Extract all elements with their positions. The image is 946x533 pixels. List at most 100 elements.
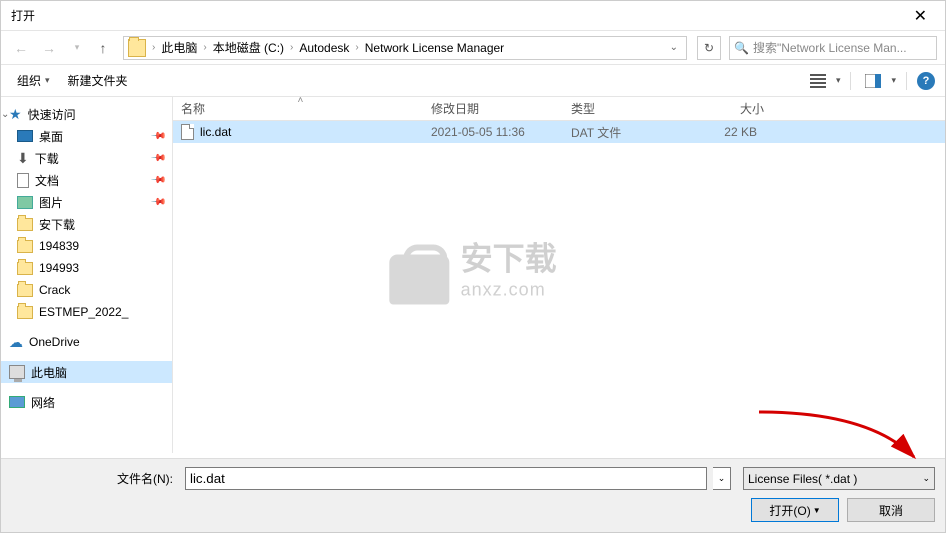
sidebar-item-folder[interactable]: 安下载 xyxy=(1,213,172,235)
filename-input[interactable] xyxy=(185,467,707,490)
chevron-right-icon[interactable]: › xyxy=(290,42,293,53)
up-icon[interactable]: ↑ xyxy=(93,36,113,60)
column-label: 名称 xyxy=(181,100,205,117)
sidebar-item-folder[interactable]: 194993 xyxy=(1,257,172,279)
chevron-down-icon[interactable]: ⌄ xyxy=(713,467,731,490)
footer: 文件名(N): ⌄ License Files( *.dat ) ⌄ 打开(O)… xyxy=(1,458,945,532)
document-icon xyxy=(17,173,29,188)
chevron-down-icon[interactable]: ▾ xyxy=(891,75,896,86)
new-folder-button[interactable]: 新建文件夹 xyxy=(62,68,134,93)
close-icon[interactable]: ✕ xyxy=(906,6,935,26)
main-area: ⌄ ★ 快速访问 桌面 📌 ⬇ 下载 📌 文档 📌 图片 📌 安下载 xyxy=(1,97,945,453)
chevron-down-icon: ⌄ xyxy=(922,473,930,484)
refresh-icon[interactable]: ↻ xyxy=(697,36,721,60)
cancel-button[interactable]: 取消 xyxy=(847,498,935,522)
sidebar-item-label: 下载 xyxy=(35,150,168,167)
sidebar-item-label: 194839 xyxy=(39,239,168,253)
file-list: 名称 ˄ 修改日期 类型 大小 lic.dat 2021-05-05 11:36… xyxy=(173,97,945,453)
pictures-icon xyxy=(17,196,33,209)
chevron-down-icon[interactable]: ⌄ xyxy=(664,42,684,53)
file-date-cell: 2021-05-05 11:36 xyxy=(423,123,563,141)
recent-dropdown-icon[interactable]: ▾ xyxy=(65,36,89,60)
view-options-icon[interactable] xyxy=(806,70,830,92)
folder-icon xyxy=(128,39,146,57)
sidebar-item-folder[interactable]: Crack xyxy=(1,279,172,301)
sidebar-pictures[interactable]: 图片 📌 xyxy=(1,191,172,213)
chevron-down-icon: ▾ xyxy=(45,75,50,86)
sort-indicator-icon: ˄ xyxy=(298,95,304,106)
file-name-cell: lic.dat xyxy=(173,122,423,142)
sidebar-item-label: OneDrive xyxy=(29,335,168,349)
toolbar: 组织 ▾ 新建文件夹 ▾ ▾ ? xyxy=(1,65,945,97)
pc-icon xyxy=(9,365,25,379)
file-icon xyxy=(181,124,194,140)
breadcrumb-item[interactable]: Autodesk xyxy=(297,39,351,57)
breadcrumb-item[interactable]: 本地磁盘 (C:) xyxy=(211,37,286,58)
search-input[interactable]: 🔍 搜索"Network License Man... xyxy=(729,36,937,60)
chevron-down-icon[interactable]: ▾ xyxy=(836,75,841,86)
folder-icon xyxy=(17,218,33,231)
filter-label: License Files( *.dat ) xyxy=(748,472,857,486)
file-size-cell: 22 KB xyxy=(673,123,773,141)
sidebar-item-label: 图片 xyxy=(39,194,168,211)
title-bar: 打开 ✕ xyxy=(1,1,945,31)
sidebar-onedrive[interactable]: ☁ OneDrive xyxy=(1,331,172,353)
sidebar-quick-access[interactable]: ⌄ ★ 快速访问 xyxy=(1,103,172,125)
network-icon xyxy=(9,396,25,408)
sidebar-item-label: 快速访问 xyxy=(28,106,168,123)
open-button[interactable]: 打开(O) ▼ xyxy=(751,498,839,522)
sidebar-item-label: 安下载 xyxy=(39,216,168,233)
help-icon[interactable]: ? xyxy=(917,72,935,90)
forward-icon: → xyxy=(37,36,61,60)
organize-button[interactable]: 组织 ▾ xyxy=(11,68,56,93)
sidebar-item-label: 桌面 xyxy=(39,128,168,145)
sidebar: ⌄ ★ 快速访问 桌面 📌 ⬇ 下载 📌 文档 📌 图片 📌 安下载 xyxy=(1,97,173,453)
sidebar-documents[interactable]: 文档 📌 xyxy=(1,169,172,191)
sidebar-downloads[interactable]: ⬇ 下载 📌 xyxy=(1,147,172,169)
star-icon: ★ xyxy=(9,106,22,123)
separator xyxy=(850,72,851,90)
organize-label: 组织 xyxy=(17,72,41,89)
dialog-title: 打开 xyxy=(11,7,906,24)
chevron-right-icon[interactable]: › xyxy=(355,42,358,53)
folder-icon xyxy=(17,240,33,253)
column-type[interactable]: 类型 xyxy=(563,97,673,120)
breadcrumb-item[interactable]: Network License Manager xyxy=(363,39,506,57)
sidebar-desktop[interactable]: 桌面 📌 xyxy=(1,125,172,147)
column-date[interactable]: 修改日期 xyxy=(423,97,563,120)
open-label: 打开(O) xyxy=(769,502,810,519)
search-placeholder: 搜索"Network License Man... xyxy=(753,39,907,56)
chevron-down-icon[interactable]: ⌄ xyxy=(1,109,9,120)
filename-label: 文件名(N): xyxy=(11,470,179,487)
desktop-icon xyxy=(17,130,33,142)
sidebar-item-folder[interactable]: 194839 xyxy=(1,235,172,257)
breadcrumb[interactable]: › 此电脑 › 本地磁盘 (C:) › Autodesk › Network L… xyxy=(123,36,687,60)
sidebar-item-label: 此电脑 xyxy=(31,364,168,381)
chevron-right-icon[interactable]: › xyxy=(203,42,206,53)
column-label: 类型 xyxy=(571,100,595,117)
column-name[interactable]: 名称 ˄ xyxy=(173,97,423,120)
column-size[interactable]: 大小 xyxy=(673,97,773,120)
download-icon: ⬇ xyxy=(17,150,29,167)
search-icon: 🔍 xyxy=(734,41,749,55)
column-headers: 名称 ˄ 修改日期 类型 大小 xyxy=(173,97,945,121)
sidebar-item-folder[interactable]: ESTMEP_2022_ xyxy=(1,301,172,323)
sidebar-item-label: ESTMEP_2022_ xyxy=(39,305,168,319)
file-row[interactable]: lic.dat 2021-05-05 11:36 DAT 文件 22 KB xyxy=(173,121,945,143)
sidebar-item-label: 194993 xyxy=(39,261,168,275)
file-name: lic.dat xyxy=(200,125,231,139)
split-chevron-icon: ▼ xyxy=(813,506,821,515)
back-icon[interactable]: ← xyxy=(9,36,33,60)
column-label: 大小 xyxy=(740,100,764,117)
chevron-right-icon[interactable]: › xyxy=(152,42,155,53)
breadcrumb-item[interactable]: 此电脑 xyxy=(159,37,199,58)
cancel-label: 取消 xyxy=(879,502,903,519)
column-label: 修改日期 xyxy=(431,100,479,117)
navigation-bar: ← → ▾ ↑ › 此电脑 › 本地磁盘 (C:) › Autodesk › N… xyxy=(1,31,945,65)
preview-pane-icon[interactable] xyxy=(861,70,885,92)
file-type-filter[interactable]: License Files( *.dat ) ⌄ xyxy=(743,467,935,490)
sidebar-network[interactable]: 网络 xyxy=(1,391,172,413)
sidebar-item-label: 网络 xyxy=(31,394,168,411)
sidebar-this-pc[interactable]: 此电脑 xyxy=(1,361,172,383)
sidebar-item-label: Crack xyxy=(39,283,168,297)
